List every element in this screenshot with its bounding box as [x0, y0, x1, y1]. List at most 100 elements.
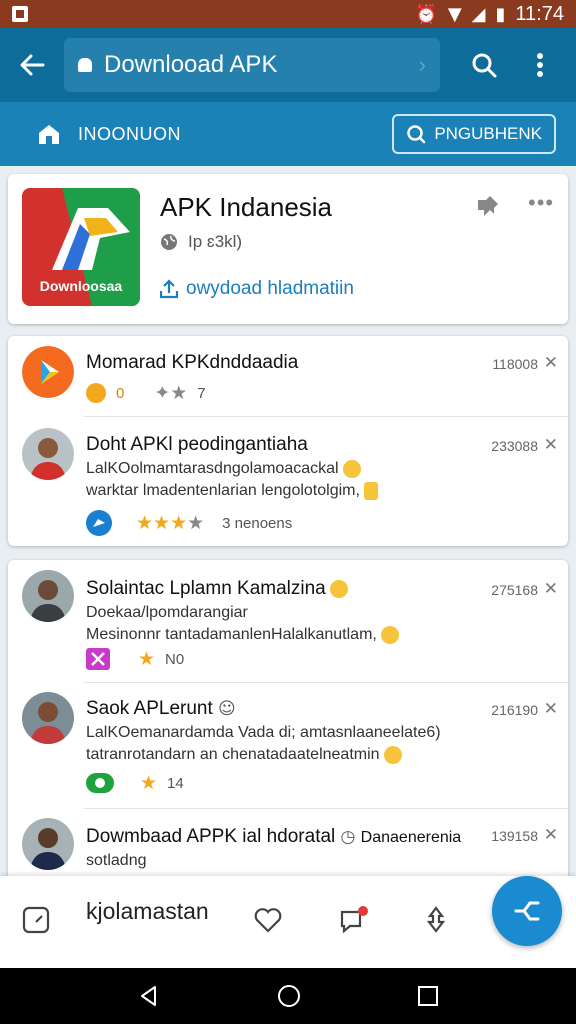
emoji-icon [329, 579, 348, 598]
list-item-footer: ★ 14 [86, 772, 184, 794]
rating-stars: ★★★★ [136, 512, 205, 534]
list-item-title: Saok APLerunt ☺ [86, 698, 236, 719]
close-icon[interactable]: ✕ [544, 699, 558, 719]
avatar [22, 818, 74, 870]
list-item-text: warktar lmadentenlarian lengolotolgim, [86, 480, 378, 502]
app-meta: Ip ɛ3kl) [160, 232, 242, 252]
address-bar[interactable]: Downlooad APK › [64, 38, 440, 92]
chevron-right-icon: › [418, 52, 426, 77]
close-icon[interactable]: ✕ [544, 435, 558, 455]
close-icon[interactable]: ✕ [544, 353, 558, 373]
app-logo-text: Downloosaa [39, 278, 123, 294]
media-badge-icon [86, 648, 110, 670]
system-nav-bar [0, 968, 576, 1024]
list-item-footer: ★ N0 [86, 648, 184, 670]
comment-list-2: Solaintac Lplamn Kamalzina 275168 ✕ Doek… [8, 560, 568, 880]
list-item-title: Solaintac Lplamn Kamalzina [86, 578, 348, 600]
search-icon [472, 53, 497, 78]
emoji-icon [380, 625, 399, 644]
list-item-footer: 0 ✦★ 7 [86, 382, 206, 404]
list-item-text: LalKOolmamtarasdngolamoacackal [86, 458, 361, 480]
reaction-emoji-icon [86, 383, 106, 403]
list-item-count: 275168 [491, 582, 538, 598]
list-item-count: 139158 [491, 828, 538, 844]
clock-icon: ◷ [340, 827, 356, 847]
sub-header: INOONUON PNGUBHENK [0, 102, 576, 166]
sub-header-button-label: PNGUBHENK [434, 124, 542, 143]
back-button[interactable] [0, 28, 64, 102]
star-icon: ✦★ [154, 382, 188, 404]
avatar [22, 428, 74, 480]
share-icon [514, 901, 540, 921]
app-logo: Downloosaa [22, 188, 140, 306]
status-bar: ⏰ ▼ ◢ ▮ 11:74 [0, 0, 576, 28]
messages-button[interactable] [334, 900, 374, 940]
divider [84, 682, 568, 683]
pin-button[interactable] [474, 194, 502, 223]
address-text: Downlooad APK [104, 51, 278, 78]
nav-home-icon[interactable] [276, 983, 302, 1009]
star-icon: ★ [140, 772, 158, 794]
home-icon [39, 125, 59, 144]
signal-icon: ◢ [471, 3, 486, 25]
close-icon[interactable]: ✕ [544, 579, 558, 599]
rating-text: 3 nenoens [222, 514, 293, 532]
app-name: APK Indanesia [160, 192, 333, 222]
whatsapp-badge-icon [86, 773, 114, 793]
close-icon[interactable]: ✕ [544, 825, 558, 845]
star-count: 14 [167, 774, 184, 792]
reaction-count: 0 [116, 384, 125, 402]
sub-header-label: INOONUON [78, 123, 181, 144]
list-item-text: Mesinonnr tantadamanlenHalalkanutlam, [86, 624, 399, 646]
share-fab[interactable] [492, 876, 562, 946]
download-link[interactable]: owydoad hladmatiin [160, 278, 354, 300]
star-count: 7 [197, 384, 206, 402]
list-item-footer: ★★★★ 3 nenoens [86, 510, 292, 536]
more-vert-icon [537, 53, 543, 77]
smile-icon: ☺ [218, 699, 236, 719]
list-item-text: tatranrotandarn an chenatadaatelneatmin [86, 744, 402, 766]
status-time: 11:74 [515, 2, 564, 25]
list-item[interactable]: Saok APLerunt ☺ 216190 ✕ LalKOemanardamd… [8, 684, 568, 806]
avatar [22, 570, 74, 622]
more-options-button[interactable]: ••• [528, 190, 554, 216]
share-badge-icon [86, 510, 112, 536]
overflow-menu-button[interactable] [512, 28, 568, 102]
comment-list-1: Momarad KPKdnddaadia 118008 ✕ 0 ✦★ 7 Doh… [8, 336, 568, 546]
search-button[interactable] [456, 28, 512, 102]
upload-icon [160, 279, 178, 299]
toolbar: Downlooad APK › [0, 28, 576, 102]
download-link-label: owydoad hladmatiin [186, 278, 354, 299]
list-item[interactable]: Solaintac Lplamn Kamalzina 275168 ✕ Doek… [8, 560, 568, 680]
heart-icon [254, 908, 282, 933]
list-item-text: LalKOemanardamda Vada di; amtasnlaaneela… [86, 724, 441, 741]
pin-nav-button[interactable] [416, 900, 456, 940]
bottom-bar: kjolamastan [0, 876, 576, 968]
nav-back-icon[interactable] [137, 984, 161, 1008]
pin-icon [426, 906, 446, 933]
list-item[interactable]: Dowmbaad APPK ial hdoratal ◷ Danaenereni… [8, 810, 568, 880]
app-card[interactable]: Downloosaa APK Indanesia Ip ɛ3kl) owydoa… [8, 174, 568, 324]
star-icon: ★ [138, 648, 156, 670]
list-item-count: 216190 [491, 702, 538, 718]
list-item-count: 233088 [491, 438, 538, 454]
list-item-text: sotladng [86, 852, 147, 869]
dashboard-button[interactable] [16, 900, 56, 940]
sub-header-button[interactable]: PNGUBHENK [392, 114, 556, 154]
alarm-icon: ⏰ [415, 3, 438, 25]
play-store-avatar [22, 346, 74, 398]
list-item-title: Dowmbaad APPK ial hdoratal ◷ Danaenereni… [86, 826, 462, 847]
list-item[interactable]: Momarad KPKdnddaadia 118008 ✕ 0 ✦★ 7 [8, 336, 568, 416]
chat-notification-icon [340, 906, 368, 934]
gauge-icon [22, 906, 50, 934]
divider [84, 416, 568, 417]
list-item-count: 118008 [492, 356, 538, 372]
favorite-button[interactable] [248, 900, 288, 940]
list-item[interactable]: Doht APKl peodingantiaha 233088 ✕ LalKOo… [8, 418, 568, 546]
arrow-left-icon [20, 54, 45, 76]
emoji-icon [363, 481, 378, 500]
bottom-bar-label[interactable]: kjolamastan [86, 898, 209, 925]
app-meta-text: Ip ɛ3kl) [188, 232, 243, 251]
emoji-icon [383, 745, 402, 764]
nav-recents-icon[interactable] [417, 985, 439, 1007]
